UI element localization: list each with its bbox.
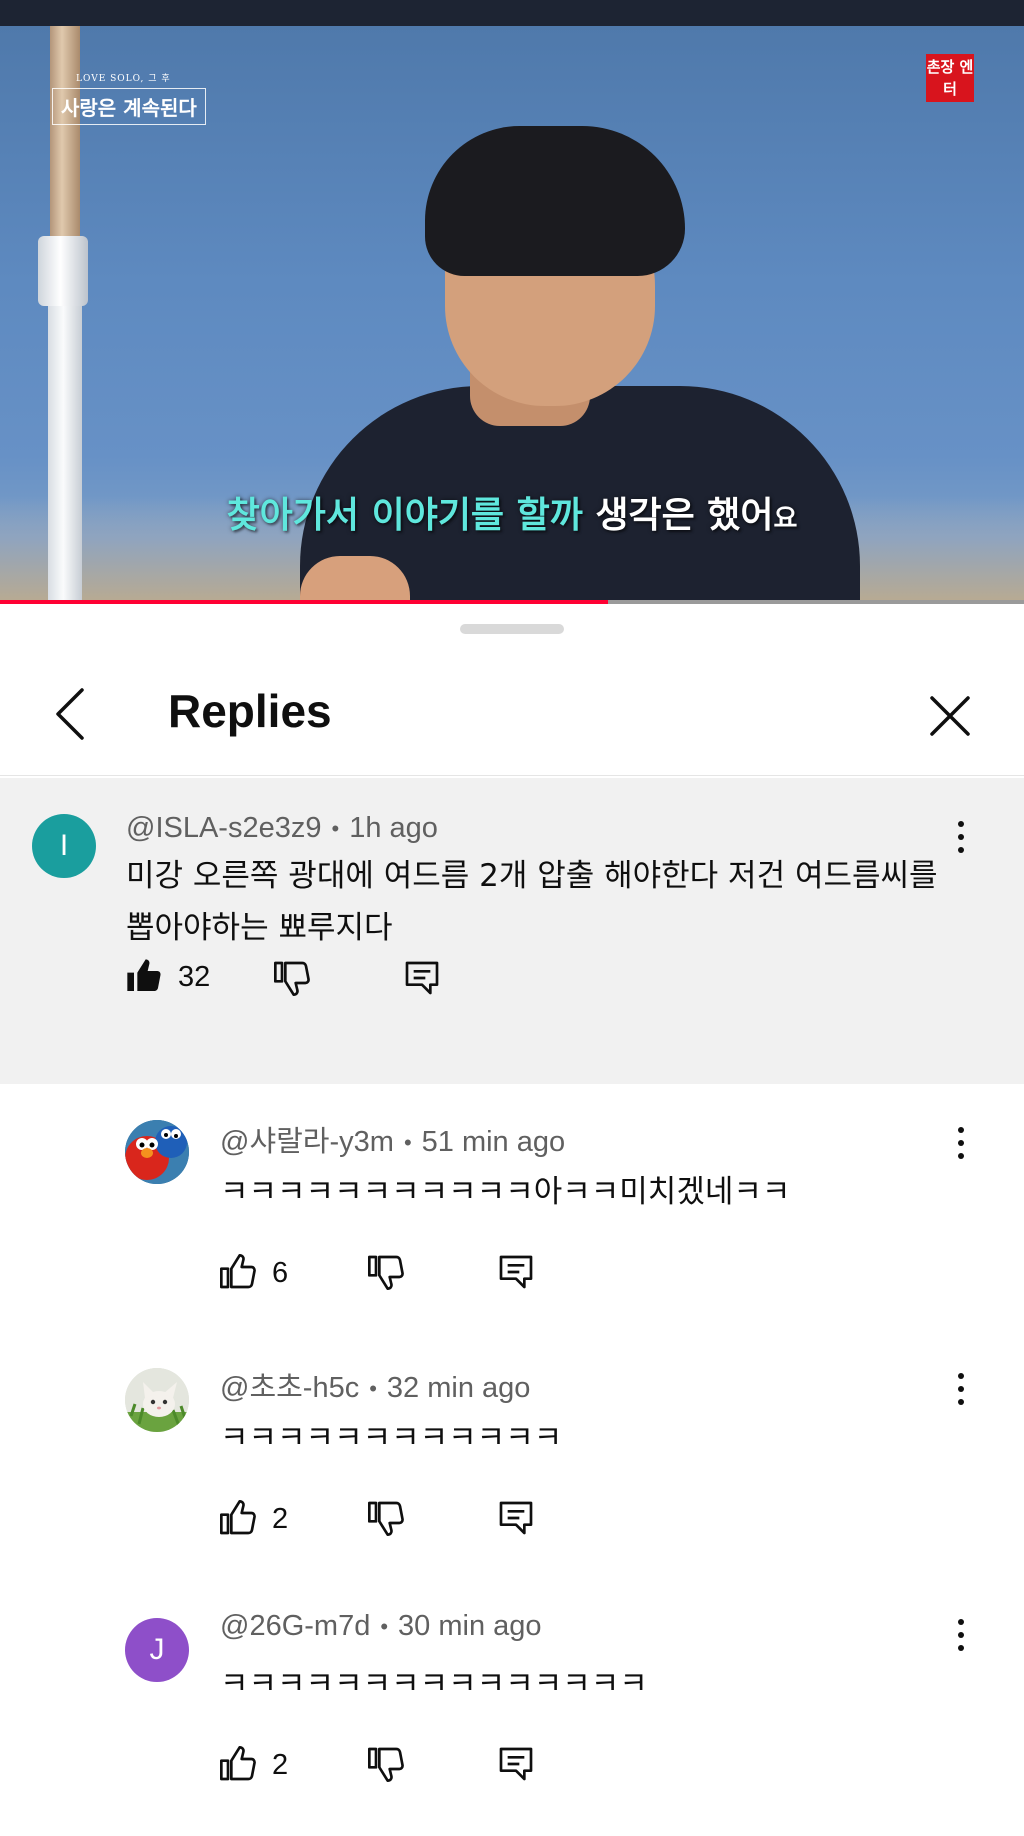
more-dot bbox=[958, 1645, 964, 1651]
like-button[interactable] bbox=[218, 1498, 258, 1542]
reply-comment-icon bbox=[499, 1501, 533, 1535]
comment-more-button[interactable] bbox=[941, 1612, 981, 1672]
chevron-left-icon bbox=[56, 688, 84, 740]
more-dot bbox=[958, 1399, 964, 1405]
dislike-button[interactable] bbox=[366, 1744, 406, 1788]
thumbs-up-filled-icon bbox=[127, 959, 161, 991]
kitten-avatar-icon bbox=[125, 1368, 189, 1432]
more-dot bbox=[958, 1619, 964, 1625]
like-count: 2 bbox=[272, 1749, 289, 1781]
meta-separator: • bbox=[331, 816, 340, 842]
more-dot bbox=[958, 1153, 964, 1159]
avatar[interactable]: J bbox=[125, 1618, 189, 1682]
reply-button[interactable] bbox=[496, 1252, 536, 1296]
like-button[interactable] bbox=[218, 1252, 258, 1296]
thumbs-up-icon bbox=[220, 1746, 256, 1781]
comment-time: 51 min ago bbox=[421, 1126, 566, 1158]
more-dot bbox=[958, 821, 964, 827]
reply-item: J @26G-m7d • 30 min ago ㅋㅋㅋㅋㅋㅋㅋㅋㅋㅋㅋㅋㅋㅋㅋ 2 bbox=[0, 1576, 1024, 1822]
comment-author[interactable]: @26G-m7d bbox=[220, 1610, 370, 1642]
like-count: 2 bbox=[272, 1503, 289, 1535]
comment-more-button[interactable] bbox=[941, 1366, 981, 1426]
video-pole-lower bbox=[48, 306, 82, 600]
comment-author[interactable]: @초초-h5c bbox=[220, 1372, 359, 1404]
comment-author[interactable]: @샤랄라-y3m bbox=[220, 1126, 394, 1158]
video-pole-clip bbox=[38, 236, 88, 306]
comment-meta: @샤랄라-y3m • 51 min ago bbox=[220, 1118, 565, 1160]
more-dot bbox=[958, 847, 964, 853]
elmo-cookie-monster-avatar-icon bbox=[125, 1120, 189, 1184]
like-count: 6 bbox=[272, 1257, 289, 1289]
reply-item: @초초-h5c • 32 min ago ㅋㅋㅋㅋㅋㅋㅋㅋㅋㅋㅋㅋ 2 bbox=[0, 1330, 1024, 1576]
reply-item: @샤랄라-y3m • 51 min ago ㅋㅋㅋㅋㅋㅋㅋㅋㅋㅋㅋ아ㅋㅋ미치겠네ㅋㅋ… bbox=[0, 1084, 1024, 1330]
comment-time: 32 min ago bbox=[386, 1372, 531, 1404]
comment-text: ㅋㅋㅋㅋㅋㅋㅋㅋㅋㅋㅋ아ㅋㅋ미치겠네ㅋㅋ bbox=[220, 1174, 791, 1210]
comment-more-button[interactable] bbox=[941, 814, 981, 874]
show-title-overlay: LOVE SOLO, 그 후 사랑은 계속된다 bbox=[52, 71, 206, 125]
thumbs-down-icon bbox=[368, 1501, 404, 1536]
dislike-button[interactable] bbox=[366, 1498, 406, 1542]
dislike-button[interactable] bbox=[272, 958, 312, 1002]
parent-comment: I @ISLA-s2e3z9 • 1h ago 미강 오른쪽 광대에 여드름 2개 … bbox=[0, 778, 1024, 1084]
video-subtitle: 찾아가서 이야기를 할까 생각은 했어요 bbox=[0, 486, 1024, 538]
reply-button[interactable] bbox=[496, 1498, 536, 1542]
reply-comment-icon bbox=[499, 1255, 533, 1289]
comment-author[interactable]: @ISLA-s2e3z9 bbox=[126, 812, 321, 844]
dislike-button[interactable] bbox=[366, 1252, 406, 1296]
avatar[interactable] bbox=[125, 1368, 189, 1432]
more-dot bbox=[958, 1140, 964, 1146]
thumbs-up-icon bbox=[220, 1500, 256, 1535]
more-dot bbox=[958, 1127, 964, 1133]
comment-text: 미강 오른쪽 광대에 여드름 2개 압출 해야한다 저건 여드름씨를 뽑아야하는… bbox=[126, 858, 938, 946]
show-title-small: LOVE SOLO, 그 후 bbox=[76, 74, 171, 84]
comment-time: 1h ago bbox=[349, 812, 438, 844]
reply-button[interactable] bbox=[402, 958, 442, 1002]
comment-time: 30 min ago bbox=[398, 1610, 542, 1642]
subtitle-rest: 생각은 했어 bbox=[582, 495, 774, 536]
subtitle-end: 요 bbox=[773, 504, 798, 534]
video-person-hair bbox=[425, 126, 685, 276]
subtitle-highlight: 찾아가서 이야기를 할까 bbox=[226, 495, 583, 536]
show-title-main: 사랑은 계속된다 bbox=[52, 88, 206, 125]
thumbs-down-icon bbox=[274, 961, 310, 996]
avatar[interactable] bbox=[125, 1120, 189, 1184]
comment-text: ㅋㅋㅋㅋㅋㅋㅋㅋㅋㅋㅋㅋ bbox=[220, 1420, 563, 1456]
more-dot bbox=[958, 1373, 964, 1379]
more-dot bbox=[958, 1632, 964, 1638]
like-button[interactable] bbox=[124, 956, 164, 1000]
comment-text: ㅋㅋㅋㅋㅋㅋㅋㅋㅋㅋㅋㅋㅋㅋㅋ bbox=[220, 1666, 648, 1702]
thumbs-down-icon bbox=[368, 1747, 404, 1782]
meta-separator: • bbox=[403, 1130, 412, 1156]
meta-separator: • bbox=[369, 1376, 377, 1402]
channel-logo: 촌장 엔터 bbox=[926, 54, 974, 102]
close-icon bbox=[930, 696, 970, 736]
meta-separator: • bbox=[380, 1614, 389, 1640]
more-dot bbox=[958, 834, 964, 840]
page-title: Replies bbox=[168, 685, 332, 737]
avatar[interactable]: I bbox=[32, 814, 96, 878]
comment-meta: @초초-h5c • 32 min ago bbox=[220, 1364, 530, 1406]
thumbs-down-icon bbox=[368, 1255, 404, 1290]
comment-more-button[interactable] bbox=[941, 1120, 981, 1180]
reply-comment-icon bbox=[499, 1747, 533, 1781]
like-button[interactable] bbox=[218, 1744, 258, 1788]
comment-meta: @ISLA-s2e3z9 • 1h ago bbox=[126, 812, 438, 845]
reply-button[interactable] bbox=[496, 1744, 536, 1788]
video-player[interactable]: LOVE SOLO, 그 후 사랑은 계속된다 촌장 엔터 찾아가서 이야기를 … bbox=[0, 26, 1024, 600]
status-bar bbox=[0, 0, 1024, 26]
thumbs-up-icon bbox=[220, 1254, 256, 1289]
comment-meta: @26G-m7d • 30 min ago bbox=[220, 1610, 542, 1643]
back-button[interactable] bbox=[44, 684, 96, 744]
sheet-drag-handle[interactable] bbox=[460, 624, 564, 634]
sheet-header: Replies bbox=[0, 644, 1024, 776]
reply-comment-icon bbox=[405, 961, 439, 995]
close-button[interactable] bbox=[926, 692, 974, 740]
more-dot bbox=[958, 1386, 964, 1392]
like-count: 32 bbox=[178, 961, 211, 993]
replies-sheet: Replies I @ISLA-s2e3z9 • 1h ago 미강 오른쪽 광대에… bbox=[0, 604, 1024, 1836]
